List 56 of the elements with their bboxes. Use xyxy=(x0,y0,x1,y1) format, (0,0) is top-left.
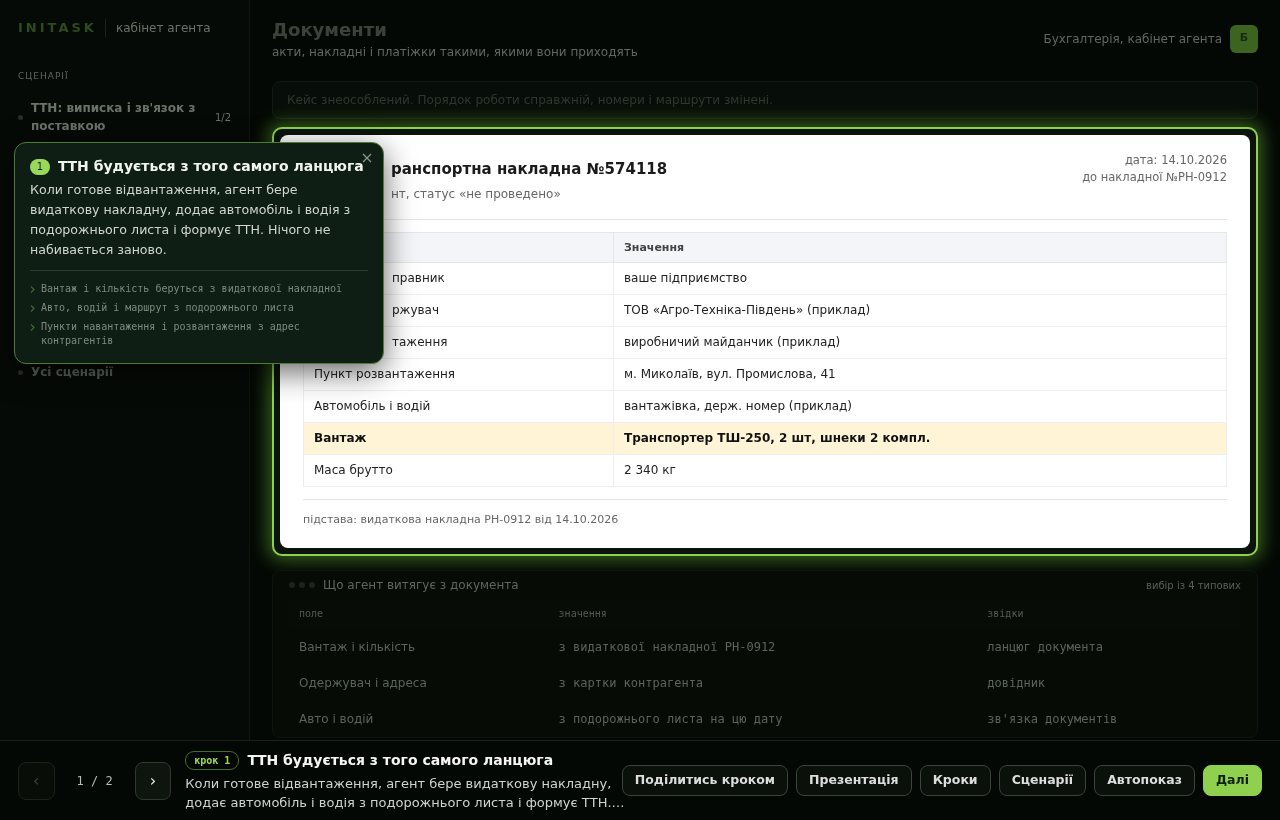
table-cell: Маса брутто xyxy=(303,454,614,486)
step-title: ТТН будується з того самого ланцюга xyxy=(247,750,554,770)
table-cell-text: з картки контрагента xyxy=(557,675,705,692)
table-cell-text: з подорожнього листа на цю дату xyxy=(557,711,784,728)
sidebar-subtitle: кабінет агента xyxy=(104,18,211,37)
item-count: 1/2 xyxy=(214,110,231,125)
tour-button[interactable]: Автопоказ xyxy=(1094,765,1195,796)
table-cell-text: Вантаж і кількість xyxy=(298,639,417,656)
tour-button[interactable]: Сценарії xyxy=(998,765,1087,796)
close-icon[interactable] xyxy=(362,153,372,163)
tour-button[interactable]: Презентація xyxy=(796,765,912,796)
table-cell-text: Одержувач і адреса xyxy=(298,675,428,692)
dots-icon xyxy=(289,582,315,588)
table-cell: Вантаж xyxy=(303,422,614,454)
panel-note: вибір із 4 типових xyxy=(1146,578,1241,593)
section-title: СЦЕНАРІЇ xyxy=(18,69,70,83)
logo: INITASK xyxy=(18,19,97,37)
popover-title: ТТН будується з того самого ланцюга xyxy=(58,157,364,176)
table-cell-text: з видаткової накладної РН-0912 xyxy=(557,639,777,656)
step-counter: 1 / 2 xyxy=(75,772,114,790)
step-badge: крок 1 xyxy=(185,750,240,770)
table-cell: 2 340 кг xyxy=(613,454,1227,486)
document-footer: підстава: видаткова накладна РН-0912 від 14.10.2026 xyxy=(303,498,1227,528)
document-reference: до накладної №РН-0912 xyxy=(1082,169,1227,186)
page-subtitle: акти, накладні і платіжки такими, якими вони приходять xyxy=(272,44,638,61)
user-name: Бухгалтерія, кабінет агента xyxy=(1043,30,1222,48)
table-cell-text: Авто і водій xyxy=(298,711,375,728)
document-subtitle: нт, статус «не проведено» xyxy=(391,185,562,203)
chevron-icon xyxy=(30,324,35,331)
document-title: ранспортна накладна №574118 xyxy=(391,159,668,180)
chevron-icon xyxy=(30,305,35,312)
table-cell: Автомобіль і водій xyxy=(303,390,614,422)
column-header: Значення xyxy=(613,232,1227,262)
panel-title: Що агент витягує з документа xyxy=(323,577,519,594)
table-cell: вантажівка, держ. номер (приклад) xyxy=(613,390,1227,422)
next-button[interactable]: › xyxy=(134,761,172,800)
table-cell: Транспортер ТШ-250, 2 шт, шнеки 2 компл. xyxy=(613,422,1227,454)
page-title: Документи xyxy=(272,18,388,42)
sidebar-item[interactable]: ТТН: виписка і зв'язок з поставкою 1/2 xyxy=(18,91,231,143)
document-date: дата: 14.10.2026 xyxy=(1123,152,1227,169)
table-cell-text: ланцюг документа xyxy=(986,639,1104,656)
avatar: Б xyxy=(1230,24,1258,53)
chevron-icon xyxy=(30,286,35,293)
step-number: 1 xyxy=(30,158,50,175)
tour-button[interactable]: Поділитись кроком xyxy=(621,765,789,796)
tour-button[interactable]: Кроки xyxy=(919,765,991,796)
table-cell: ТОВ «Агро-Техніка-Південь» (приклад) xyxy=(613,294,1227,326)
table-cell-text: довідник xyxy=(986,675,1047,692)
table-cell: виробничий майданчик (приклад) xyxy=(613,326,1227,358)
tour-button[interactable]: Далі xyxy=(1202,765,1262,796)
table-cell: м. Миколаїв, вул. Промислова, 41 xyxy=(613,358,1227,390)
popover-point: Авто, водій і маршрут з подорожнього листа xyxy=(41,301,294,315)
table-cell: ваше підприємство xyxy=(613,262,1227,294)
popover-body: Коли готове відвантаження, агент бере видаткову накладну, додає автомобіль і водія з подорожнього листа і формує ТТН. Нічого не набивається заново. xyxy=(30,181,352,259)
table-cell-text: зв'язка документів xyxy=(986,711,1119,728)
popover-point: Пункти навантаження і розвантаження з адрес контрагентів xyxy=(41,320,301,348)
